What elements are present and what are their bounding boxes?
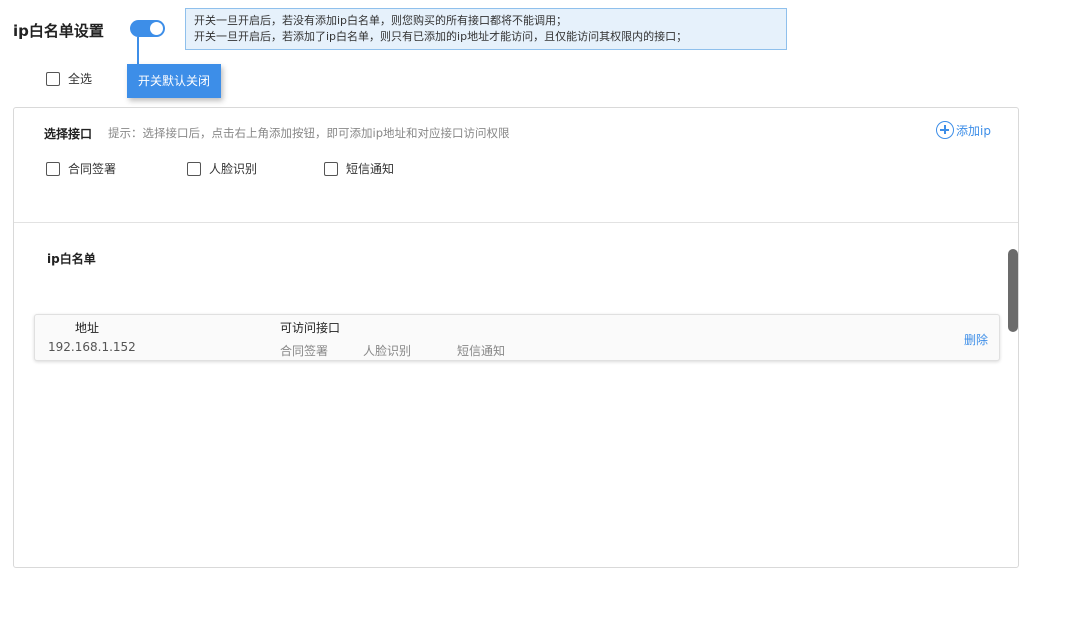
select-all-label: 全选 bbox=[68, 72, 93, 86]
settings-panel: 选择接口 提示：选择接口后，点击右上角添加按钮，即可添加ip地址和对应接口访问权… bbox=[13, 107, 1019, 568]
interface-tag: 人脸识别 bbox=[363, 344, 412, 358]
interface-tag: 短信通知 bbox=[457, 344, 506, 358]
whitelist-title: ip白名单 bbox=[47, 252, 96, 266]
interfaces-header: 可访问接口 bbox=[280, 321, 341, 335]
address-value: 192.168.1.152 bbox=[48, 340, 136, 354]
interface-option-face[interactable]: 人脸识别 bbox=[187, 160, 257, 177]
hint-line-2: 开关一旦开启后，若添加了ip白名单，则只有已添加的ip地址才能访问，且仅能访问其… bbox=[194, 30, 688, 43]
interface-tag: 合同签署 bbox=[280, 344, 329, 358]
add-ip-button[interactable]: 添加ip bbox=[936, 121, 991, 139]
toggle-tooltip: 开关默认关闭 bbox=[127, 64, 221, 98]
hint-line-1: 开关一旦开启后，若没有添加ip白名单，则您购买的所有接口都将不能调用； bbox=[194, 14, 568, 27]
whitelist-row: 地址 192.168.1.152 可访问接口 合同签署 人脸识别 短信通知 删除 bbox=[34, 314, 1000, 361]
interface-section-hint: 提示：选择接口后，点击右上角添加按钮，即可添加ip地址和对应接口访问权限 bbox=[108, 126, 510, 140]
select-all-checkbox[interactable] bbox=[46, 71, 60, 86]
sms-checkbox[interactable] bbox=[324, 161, 338, 176]
section-divider bbox=[14, 222, 1018, 223]
delete-button[interactable]: 删除 bbox=[964, 331, 988, 348]
toggle-knob bbox=[150, 22, 163, 35]
hint-box: 开关一旦开启后，若没有添加ip白名单，则您购买的所有接口都将不能调用； 开关一旦… bbox=[185, 8, 787, 50]
face-checkbox[interactable] bbox=[187, 161, 201, 176]
interface-section-label: 选择接口 bbox=[44, 127, 93, 141]
interface-option-sms[interactable]: 短信通知 bbox=[324, 160, 394, 177]
add-ip-label: 添加ip bbox=[956, 123, 991, 138]
tooltip-connector bbox=[137, 37, 139, 65]
interface-option-label: 合同签署 bbox=[68, 162, 117, 176]
address-header: 地址 bbox=[75, 321, 100, 335]
plus-circle-icon bbox=[936, 121, 954, 139]
whitelist-toggle[interactable] bbox=[130, 20, 165, 37]
interface-option-label: 短信通知 bbox=[346, 162, 395, 176]
interface-option-contract[interactable]: 合同签署 bbox=[46, 160, 116, 177]
interface-option-label: 人脸识别 bbox=[209, 162, 258, 176]
scrollbar[interactable] bbox=[1008, 249, 1018, 332]
contract-checkbox[interactable] bbox=[46, 161, 60, 176]
select-all[interactable]: 全选 bbox=[46, 70, 92, 87]
page-title: ip白名单设置 bbox=[13, 22, 104, 40]
